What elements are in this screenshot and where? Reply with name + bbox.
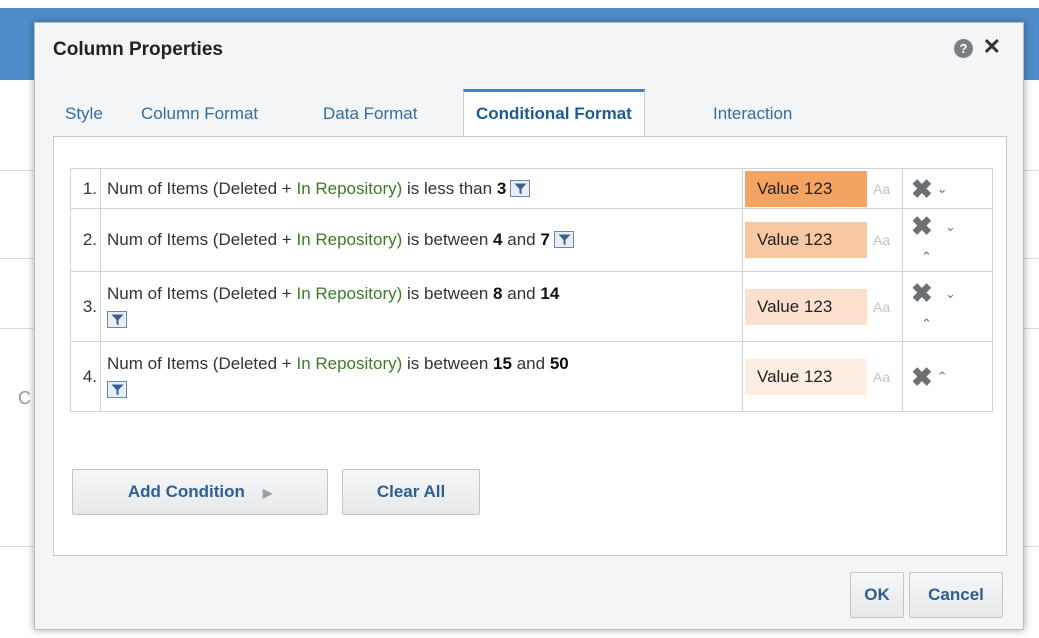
chevron-down-icon[interactable]: ⌄ bbox=[937, 181, 948, 197]
filter-icon[interactable] bbox=[107, 310, 127, 328]
table-row: 1. Num of Items (Deleted + In Repository… bbox=[70, 168, 993, 209]
dialog-title: Column Properties bbox=[53, 39, 223, 60]
add-condition-label: Add Condition bbox=[127, 482, 245, 501]
row-actions: ✖ ⌄ ⌃ bbox=[902, 271, 993, 342]
condition-plus: + bbox=[281, 178, 292, 198]
condition-value: 8 bbox=[493, 283, 503, 303]
condition-in-repository: In Repository) bbox=[296, 230, 403, 249]
condition-in-repository: In Repository) bbox=[296, 353, 403, 373]
table-row: 2. Num of Items (Deleted + In Repository… bbox=[70, 208, 993, 272]
row-actions: ✖ ⌄ ⌃ bbox=[902, 208, 993, 272]
condition-value: 14 bbox=[540, 283, 560, 303]
cancel-button[interactable]: Cancel bbox=[909, 572, 1003, 618]
font-format-icon[interactable]: Aa bbox=[873, 232, 890, 248]
condition-in-repository: In Repository) bbox=[296, 283, 403, 303]
condition-value: 15 bbox=[493, 353, 512, 373]
condition-operator: is between bbox=[407, 230, 489, 249]
format-preview[interactable]: Value 123 bbox=[745, 288, 867, 325]
tab-style[interactable]: Style bbox=[65, 91, 103, 137]
format-cell[interactable]: Value 123 Aa bbox=[742, 168, 903, 209]
conditions-table: 1. Num of Items (Deleted + In Repository… bbox=[70, 168, 993, 412]
ok-button[interactable]: OK bbox=[850, 572, 904, 618]
condition-plus: + bbox=[281, 283, 292, 303]
condition-value: 7 bbox=[540, 230, 550, 249]
row-actions: ✖ ⌃ bbox=[902, 341, 993, 412]
condition-and: and bbox=[516, 353, 546, 373]
condition-plus: + bbox=[281, 230, 292, 249]
chevron-up-icon[interactable]: ⌃ bbox=[921, 249, 932, 265]
conditional-format-panel: 1. Num of Items (Deleted + In Repository… bbox=[53, 136, 1007, 556]
tab-data-format[interactable]: Data Format bbox=[323, 91, 417, 137]
filter-icon[interactable] bbox=[553, 231, 574, 248]
condition-description[interactable]: Num of Items (Deleted + In Repository) i… bbox=[100, 271, 743, 342]
font-format-icon[interactable]: Aa bbox=[873, 181, 890, 197]
chevron-up-icon[interactable]: ⌃ bbox=[921, 316, 932, 332]
condition-operator: is less than bbox=[407, 178, 493, 198]
condition-value: 50 bbox=[549, 353, 569, 373]
format-cell[interactable]: Value 123 Aa bbox=[742, 208, 903, 272]
table-row: 3. Num of Items (Deleted + In Repository… bbox=[70, 271, 993, 342]
format-cell[interactable]: Value 123 Aa bbox=[742, 271, 903, 342]
format-cell[interactable]: Value 123 Aa bbox=[742, 341, 903, 412]
condition-value: 4 bbox=[493, 230, 503, 249]
condition-index: 4. bbox=[70, 341, 101, 412]
delete-x-icon[interactable]: ✖ bbox=[911, 280, 933, 306]
tab-conditional-format[interactable]: Conditional Format bbox=[463, 89, 645, 137]
condition-measure: Num of Items (Deleted bbox=[107, 230, 278, 249]
format-preview[interactable]: Value 123 bbox=[745, 222, 867, 258]
tab-bar: Style Column Format Data Format Conditio… bbox=[53, 89, 1003, 137]
format-preview[interactable]: Value 123 bbox=[745, 358, 867, 395]
condition-and: and bbox=[507, 283, 536, 303]
caret-right-icon: ▶ bbox=[262, 486, 273, 500]
delete-x-icon[interactable]: ✖ bbox=[911, 213, 933, 239]
chevron-down-icon[interactable]: ⌄ bbox=[945, 286, 956, 302]
condition-index: 2. bbox=[70, 208, 101, 272]
tab-column-format[interactable]: Column Format bbox=[141, 91, 258, 137]
dialog-title-bar[interactable]: Column Properties ? ✕ bbox=[35, 23, 1023, 75]
condition-operator: is between bbox=[407, 353, 489, 373]
condition-index: 3. bbox=[70, 271, 101, 342]
clear-all-button[interactable]: Clear All bbox=[342, 469, 480, 515]
condition-plus: + bbox=[281, 353, 292, 373]
chevron-up-icon[interactable]: ⌃ bbox=[937, 369, 948, 385]
condition-description[interactable]: Num of Items (Deleted + In Repository) i… bbox=[100, 208, 743, 272]
background-text: C bbox=[18, 388, 31, 408]
condition-and: and bbox=[507, 230, 536, 249]
row-actions: ✖ ⌄ bbox=[902, 168, 993, 209]
condition-measure: Num of Items (Deleted bbox=[107, 353, 278, 373]
condition-value: 3 bbox=[496, 178, 507, 198]
font-format-icon[interactable]: Aa bbox=[873, 369, 890, 385]
condition-description[interactable]: Num of Items (Deleted + In Repository) i… bbox=[100, 168, 743, 209]
condition-operator: is between bbox=[407, 283, 489, 303]
delete-x-icon[interactable]: ✖ bbox=[911, 176, 933, 202]
chevron-down-icon[interactable]: ⌄ bbox=[945, 219, 956, 235]
condition-in-repository: In Repository) bbox=[296, 178, 403, 198]
condition-measure: Num of Items (Deleted bbox=[107, 283, 278, 303]
format-preview[interactable]: Value 123 bbox=[745, 170, 867, 207]
condition-description[interactable]: Num of Items (Deleted + In Repository) i… bbox=[100, 341, 743, 412]
condition-measure: Num of Items (Deleted bbox=[107, 178, 278, 198]
filter-icon[interactable] bbox=[107, 380, 127, 398]
table-row: 4. Num of Items (Deleted + In Repository… bbox=[70, 341, 993, 412]
add-condition-button[interactable]: Add Condition ▶ bbox=[72, 469, 328, 515]
close-icon[interactable]: ✕ bbox=[983, 35, 1001, 59]
delete-x-icon[interactable]: ✖ bbox=[911, 364, 933, 390]
font-format-icon[interactable]: Aa bbox=[873, 299, 890, 315]
filter-icon[interactable] bbox=[510, 179, 531, 197]
column-properties-dialog: Column Properties ? ✕ Style Column Forma… bbox=[34, 22, 1024, 630]
condition-index: 1. bbox=[70, 168, 101, 209]
help-icon[interactable]: ? bbox=[954, 39, 973, 58]
tab-interaction[interactable]: Interaction bbox=[713, 91, 792, 137]
